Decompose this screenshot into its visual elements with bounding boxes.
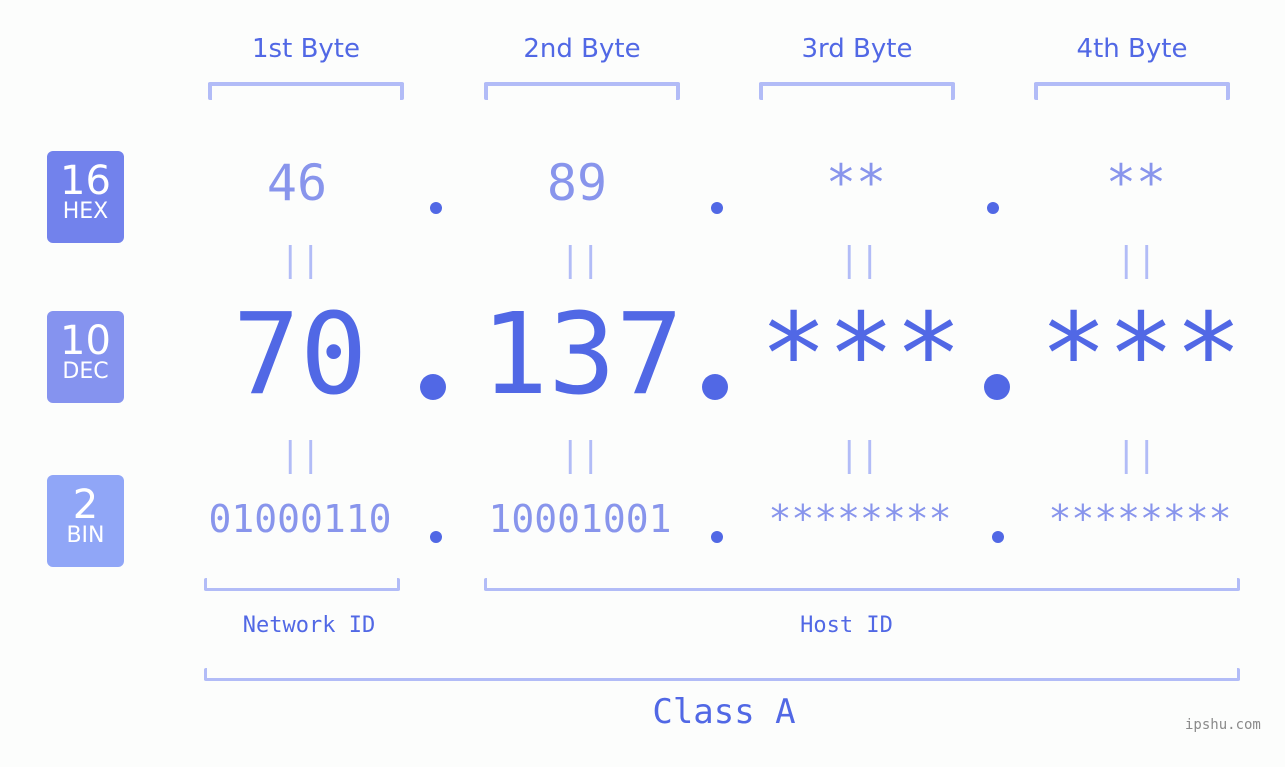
watermark: ipshu.com — [1185, 717, 1261, 733]
byte-bracket-2 — [484, 82, 680, 100]
hex-badge-number: 16 — [60, 158, 111, 204]
hex-dot-3 — [987, 202, 999, 214]
dec-dot-2 — [702, 374, 728, 400]
hex-badge-label: HEX — [62, 199, 109, 224]
byte-bracket-4 — [1034, 82, 1230, 100]
host-id-label: Host ID — [800, 613, 893, 638]
dec-value-4: *** — [1039, 290, 1243, 420]
equals-dec-bin-2: || — [560, 435, 601, 475]
hex-value-3: ** — [825, 154, 887, 212]
bin-badge: 2 BIN — [47, 475, 124, 567]
dec-badge-label: DEC — [62, 359, 109, 384]
bin-badge-number: 2 — [72, 482, 99, 528]
byte-header-3: 3rd Byte — [801, 34, 913, 64]
hex-dot-1 — [430, 202, 442, 214]
byte-bracket-3 — [759, 82, 955, 100]
equals-dec-bin-3: || — [839, 435, 880, 475]
dec-value-1: 70 — [232, 290, 368, 420]
dec-badge-number: 10 — [60, 318, 111, 364]
byte-header-1: 1st Byte — [252, 34, 360, 64]
class-bracket — [204, 668, 1240, 681]
host-id-bracket — [484, 578, 1240, 591]
dec-dot-3 — [984, 374, 1010, 400]
bin-value-1: 01000110 — [208, 497, 392, 541]
equals-dec-bin-4: || — [1116, 435, 1157, 475]
bin-dot-2 — [711, 531, 723, 543]
dec-value-2: 137 — [480, 290, 684, 420]
class-label: Class A — [652, 692, 796, 732]
hex-value-1: 46 — [266, 154, 328, 212]
byte-header-4: 4th Byte — [1076, 34, 1188, 64]
equals-hex-dec-2: || — [560, 240, 601, 280]
equals-hex-dec-3: || — [839, 240, 880, 280]
hex-dot-2 — [711, 202, 723, 214]
hex-value-2: 89 — [546, 154, 608, 212]
bin-value-2: 10001001 — [488, 497, 672, 541]
byte-header-2: 2nd Byte — [523, 34, 641, 64]
equals-dec-bin-1: || — [280, 435, 321, 475]
bin-dot-1 — [430, 531, 442, 543]
network-id-bracket — [204, 578, 400, 591]
hex-value-4: ** — [1105, 154, 1167, 212]
bin-badge-label: BIN — [66, 523, 105, 548]
network-id-label: Network ID — [242, 613, 376, 638]
hex-badge: 16 HEX — [47, 151, 124, 243]
bin-value-4: ******** — [1048, 497, 1232, 541]
byte-bracket-1 — [208, 82, 404, 100]
bin-value-3: ******** — [768, 497, 952, 541]
bin-dot-3 — [992, 531, 1004, 543]
dec-dot-1 — [420, 374, 446, 400]
dec-value-3: *** — [759, 290, 963, 420]
dec-badge: 10 DEC — [47, 311, 124, 403]
equals-hex-dec-1: || — [280, 240, 321, 280]
equals-hex-dec-4: || — [1116, 240, 1157, 280]
